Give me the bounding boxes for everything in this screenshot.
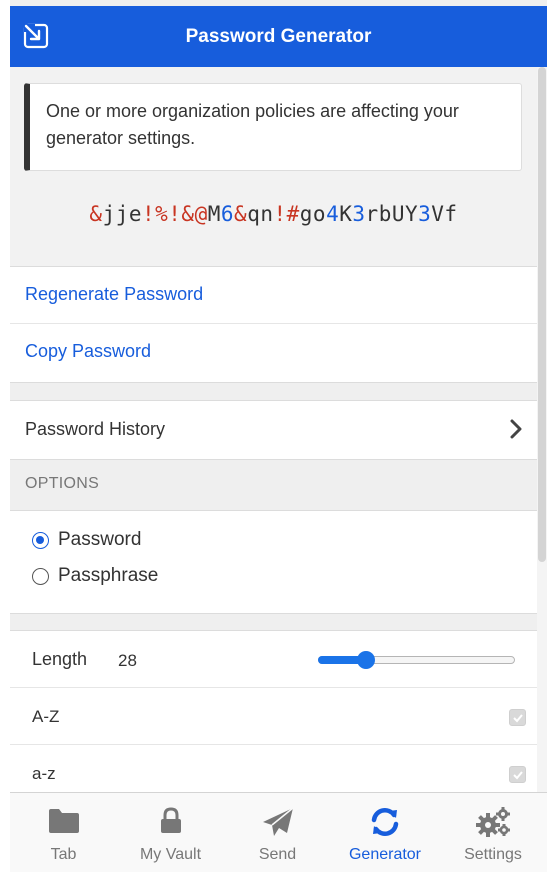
password-radio-label: Password	[58, 529, 142, 550]
settings-box: Length 28 A-Z a-z	[10, 630, 537, 792]
tab-settings-label: Settings	[464, 846, 522, 863]
generated-password: &jje!%!&@M6&qn!#go4K3rbUY3Vf	[10, 202, 537, 226]
folder-icon	[48, 809, 79, 833]
send-icon	[262, 807, 294, 836]
tab-my-vault[interactable]: My Vault	[117, 793, 224, 872]
passphrase-radio-label: Passphrase	[58, 565, 159, 586]
password-history-label: Password History	[25, 419, 166, 439]
lowercase-label: a-z	[32, 764, 56, 783]
password-segment: !#	[273, 202, 300, 226]
header-bar: Password Generator	[10, 6, 547, 67]
slider-handle[interactable]	[357, 651, 375, 669]
tab-send-label: Send	[258, 846, 297, 863]
popup-window: Password Generator One or more organizat…	[10, 0, 547, 872]
password-segment: &	[234, 202, 248, 226]
chevron-right-icon	[510, 419, 522, 439]
policy-message: One or more organization policies are af…	[46, 101, 459, 148]
history-box: Password History	[10, 400, 537, 460]
type-box: Password Passphrase	[10, 510, 537, 614]
password-segment: go	[299, 202, 327, 226]
password-segment: qn	[247, 202, 274, 226]
tab-settings[interactable]: Settings	[439, 793, 547, 872]
password-segment: 6	[220, 202, 235, 226]
options-heading: OPTIONS	[25, 475, 100, 492]
length-label: Length	[32, 649, 88, 669]
lowercase-row[interactable]: a-z	[10, 745, 537, 792]
uppercase-checkbox[interactable]	[509, 709, 526, 726]
password-segment: 3	[352, 202, 366, 226]
checkmark-icon	[513, 771, 523, 780]
regenerate-password-link[interactable]: Regenerate Password	[25, 284, 203, 305]
passphrase-radio[interactable]	[32, 568, 49, 585]
checkmark-icon	[513, 714, 523, 723]
cogs-icon	[476, 807, 510, 837]
tab-generator-label: Generator	[348, 846, 422, 863]
password-segment: !%!&@	[142, 202, 208, 226]
password-segment: &	[89, 202, 103, 226]
policy-callout: One or more organization policies are af…	[24, 83, 522, 171]
actions-box: Regenerate Password Copy Password	[10, 266, 537, 383]
uppercase-label: A-Z	[32, 707, 60, 726]
length-slider[interactable]	[318, 651, 515, 669]
tab-generator[interactable]: Generator	[331, 793, 439, 872]
lock-icon	[160, 807, 181, 833]
password-segment: Vf	[431, 202, 458, 226]
password-segment: jje	[102, 202, 142, 226]
password-radio[interactable]	[32, 532, 49, 549]
password-history-row[interactable]: Password History	[10, 401, 537, 459]
scrollbar-thumb[interactable]	[538, 67, 546, 562]
main-content: One or more organization policies are af…	[10, 67, 537, 792]
lowercase-checkbox[interactable]	[509, 766, 526, 783]
copy-row[interactable]: Copy Password	[10, 324, 537, 381]
page-title: Password Generator	[185, 26, 372, 47]
scrollbar[interactable]	[537, 67, 547, 792]
regenerate-row[interactable]: Regenerate Password	[10, 267, 537, 324]
password-area: One or more organization policies are af…	[10, 67, 537, 266]
uppercase-row[interactable]: A-Z	[10, 688, 537, 745]
options-header: OPTIONS	[10, 460, 537, 510]
password-segment: M	[207, 202, 221, 226]
refresh-icon	[371, 807, 399, 837]
tab-tab[interactable]: Tab	[10, 793, 117, 872]
copy-password-link[interactable]: Copy Password	[25, 341, 151, 362]
length-value: 28	[118, 651, 137, 670]
tab-my-vault-label: My Vault	[139, 846, 202, 863]
tab-send[interactable]: Send	[224, 793, 331, 872]
password-segment: rbUY	[365, 202, 419, 226]
password-segment: K	[339, 202, 353, 226]
length-row: Length 28	[10, 631, 537, 688]
password-segment: 3	[418, 202, 432, 226]
bottom-tab-bar: Tab My Vault Send Generator Settings	[10, 792, 547, 872]
password-segment: 4	[326, 202, 340, 226]
tab-tab-label: Tab	[50, 846, 77, 863]
